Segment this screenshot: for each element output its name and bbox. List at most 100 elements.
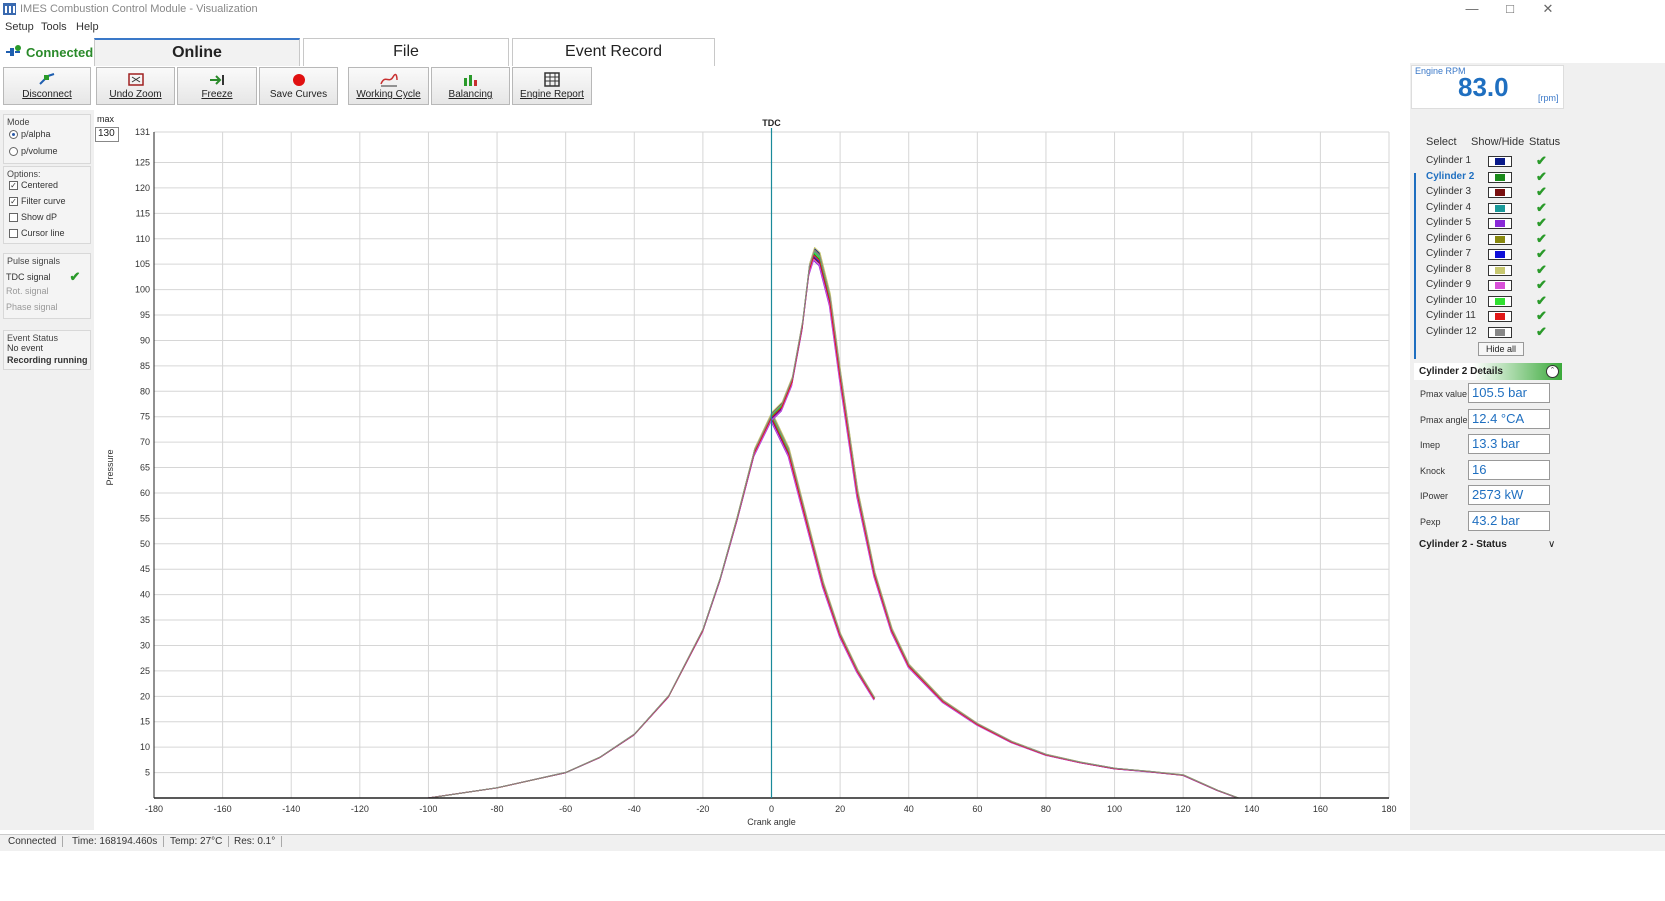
tab-event-record[interactable]: Event Record xyxy=(512,38,715,66)
cylinder-select-item[interactable]: Cylinder 4 xyxy=(1426,202,1471,213)
working-cycle-icon xyxy=(379,73,398,87)
checkmark-icon: ✓ xyxy=(9,196,18,206)
option-filter-curve-checkbox[interactable]: ✓ Filter curve xyxy=(9,196,66,206)
cylinder-color-toggle[interactable] xyxy=(1488,295,1512,307)
detail-label: IPower xyxy=(1420,491,1449,501)
check-ok-icon: ✔ xyxy=(69,269,81,284)
status-ok-check-icon: ✔ xyxy=(1536,261,1547,277)
cylinder-color-toggle[interactable] xyxy=(1488,171,1512,183)
y-tick-label: 45 xyxy=(140,564,150,574)
option-centered-checkbox[interactable]: ✓ Centered xyxy=(9,180,58,190)
checkmark-icon: ✓ xyxy=(9,180,18,190)
cylinder-color-toggle[interactable] xyxy=(1488,326,1512,338)
event-status-line: No event xyxy=(7,343,44,353)
options-group: Options: ✓ Centered ✓ Filter curve Show dP… xyxy=(3,166,91,244)
cylinder-color-toggle[interactable] xyxy=(1488,311,1512,322)
cylinder-color-toggle[interactable] xyxy=(1488,218,1512,229)
status-connection: Connected xyxy=(8,836,64,847)
collapse-up-icon[interactable]: ˆ xyxy=(1546,365,1559,378)
option-cursor-line-checkbox[interactable]: Cursor line xyxy=(9,228,65,238)
y-tick-label: 120 xyxy=(135,183,150,193)
y-tick-label: 85 xyxy=(140,361,150,371)
y-tick-label: 90 xyxy=(140,335,150,345)
cylinder-color-toggle[interactable] xyxy=(1488,156,1512,167)
mode-p-alpha-radio[interactable]: p/alpha xyxy=(9,129,51,139)
title-bar: IMES Combustion Control Module - Visuali… xyxy=(0,0,1665,20)
cylinder-select-item[interactable]: Cylinder 7 xyxy=(1426,248,1471,259)
cylinder-color-toggle[interactable] xyxy=(1488,202,1512,214)
y-tick-label: 110 xyxy=(136,234,150,244)
status-ok-check-icon: ✔ xyxy=(1536,215,1547,230)
y-tick-label: 40 xyxy=(140,590,150,600)
cylinder-select-item[interactable]: Cylinder 5 xyxy=(1426,217,1471,228)
freeze-button[interactable]: Freeze xyxy=(177,67,257,105)
radio-selected-icon xyxy=(9,129,18,139)
cylinder-select-item[interactable]: Cylinder 1 xyxy=(1426,155,1471,166)
y-tick-label: 60 xyxy=(140,488,150,498)
selection-indicator xyxy=(1414,173,1416,359)
option-show-dp-checkbox[interactable]: Show dP xyxy=(9,212,57,222)
undo-zoom-button[interactable]: Undo Zoom xyxy=(96,67,175,105)
status-ok-check-icon: ✔ xyxy=(1536,153,1547,168)
cylinder-select-item[interactable]: Cylinder 6 xyxy=(1426,233,1471,244)
y-tick-label: 131 xyxy=(135,127,150,137)
cylinder-select-item[interactable]: Cylinder 3 xyxy=(1426,186,1471,197)
menu-setup[interactable]: Setup xyxy=(5,21,34,33)
tab-file[interactable]: File xyxy=(303,38,509,66)
cylinder-select-item[interactable]: Cylinder 10 xyxy=(1426,295,1477,306)
close-button[interactable]: ✕ xyxy=(1528,0,1568,20)
y-tick-label: 80 xyxy=(140,386,150,396)
cylinder-color-toggle[interactable] xyxy=(1488,280,1512,291)
cylinder-color-toggle[interactable] xyxy=(1488,249,1512,260)
tab-online[interactable]: Online xyxy=(94,38,300,66)
connection-label: Connected xyxy=(26,44,94,60)
y-tick-label: 95 xyxy=(140,310,150,320)
cylinder-select-item[interactable]: Cylinder 12 xyxy=(1426,326,1477,337)
menu-help[interactable]: Help xyxy=(76,21,99,33)
hide-all-button[interactable]: Hide all xyxy=(1478,342,1524,356)
x-tick-label: -80 xyxy=(491,804,504,814)
working-cycle-button[interactable]: Working Cycle xyxy=(348,67,429,105)
y-tick-label: 105 xyxy=(135,259,150,269)
y-tick-label: 25 xyxy=(140,666,150,676)
detail-label: Imep xyxy=(1420,440,1441,450)
pressure-chart[interactable]: -180 -160 -140 -120 -100 -80 -60 -40 -20 0 20 40 60 8… xyxy=(94,110,1410,830)
menu-tools[interactable]: Tools xyxy=(41,21,67,33)
y-tick-label: 70 xyxy=(140,437,150,447)
y-tick-label: 30 xyxy=(140,640,150,650)
x-tick-label: -60 xyxy=(559,804,572,814)
y-tick-label: 100 xyxy=(135,285,150,295)
x-tick-label: 140 xyxy=(1244,804,1259,814)
detail-value: 16 xyxy=(1468,459,1550,480)
details-title: Cylinder 2 Details xyxy=(1419,366,1503,377)
app-logo-icon xyxy=(3,3,16,15)
x-tick-label: -120 xyxy=(351,804,369,814)
cylinder-select-item[interactable]: Cylinder 9 xyxy=(1426,279,1471,290)
y-tick-label: 5 xyxy=(145,768,150,778)
status-ok-check-icon: ✔ xyxy=(1536,292,1547,308)
status-ok-check-icon: ✔ xyxy=(1536,199,1547,215)
minimize-button[interactable]: — xyxy=(1452,0,1492,20)
freeze-icon xyxy=(210,75,224,85)
status-ok-check-icon: ✔ xyxy=(1536,246,1547,261)
balancing-button[interactable]: Balancing xyxy=(431,67,510,105)
y-axis-label: Pressure xyxy=(105,450,115,486)
cylinder-select-item[interactable]: Cylinder 11 xyxy=(1426,310,1476,321)
disconnect-icon xyxy=(39,73,55,85)
disconnect-button[interactable]: Disconnect xyxy=(3,67,91,105)
cylinder-color-toggle[interactable] xyxy=(1488,264,1512,276)
status-ok-check-icon: ✔ xyxy=(1536,184,1547,199)
cylinder-status-title[interactable]: Cylinder 2 - Status xyxy=(1419,539,1507,550)
maximize-button[interactable]: □ xyxy=(1490,0,1530,20)
engine-report-button[interactable]: Engine Report xyxy=(512,67,592,105)
status-ok-check-icon: ✔ xyxy=(1536,168,1547,184)
expand-chevron-down-icon[interactable]: ∨ xyxy=(1548,539,1555,550)
cylinder-select-item[interactable]: Cylinder 2 xyxy=(1426,171,1474,182)
save-curves-button[interactable]: Save Curves xyxy=(259,67,338,105)
cylinder-color-toggle[interactable] xyxy=(1488,187,1512,198)
cylinder-select-item[interactable]: Cylinder 8 xyxy=(1426,264,1471,275)
y-tick-label: 15 xyxy=(140,717,150,727)
mode-p-volume-radio[interactable]: p/volume xyxy=(9,146,58,156)
cylinder-color-toggle[interactable] xyxy=(1488,233,1512,245)
y-tick-label: 55 xyxy=(140,513,150,523)
